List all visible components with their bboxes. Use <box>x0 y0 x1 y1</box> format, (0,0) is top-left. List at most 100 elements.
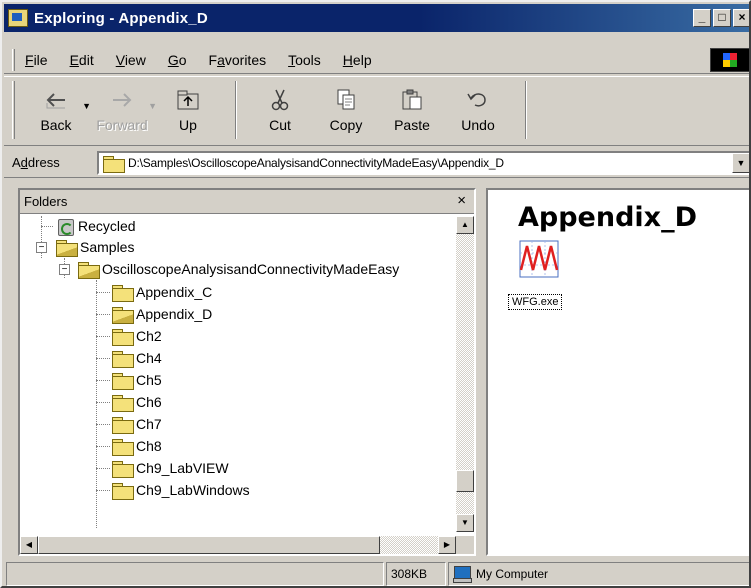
tree-connector <box>96 402 110 403</box>
tree-connector <box>96 358 110 359</box>
back-dropdown-icon[interactable]: ▼ <box>82 101 91 111</box>
waveform-generator-icon[interactable] <box>519 240 559 278</box>
menu-view[interactable]: View <box>114 50 148 70</box>
undo-label: Undo <box>461 117 495 133</box>
folders-pane-title: Folders <box>24 194 68 209</box>
tree-item-ch9-labview[interactable]: Ch9_LabVIEW <box>112 458 229 478</box>
folders-pane: Folders × Recycled − Samples − Oscillosc… <box>18 188 476 556</box>
tree-connector <box>96 490 110 491</box>
address-dropdown-button[interactable]: ▼ <box>732 153 749 173</box>
toolbar-grip[interactable] <box>12 81 15 139</box>
tree-item-ch7[interactable]: Ch7 <box>112 414 162 434</box>
up-folder-icon <box>177 90 199 110</box>
explorer-window: Exploring - Appendix_D _ □ × File Edit V… <box>0 0 751 588</box>
menu-help[interactable]: Help <box>341 50 374 70</box>
up-button[interactable]: Up <box>157 77 219 139</box>
tree-item-ch8[interactable]: Ch8 <box>112 436 162 456</box>
title-bar[interactable]: Exploring - Appendix_D _ □ × <box>4 4 749 32</box>
status-panel-message <box>6 562 384 586</box>
tree-connector <box>96 292 110 293</box>
paste-button[interactable]: Paste <box>381 77 443 139</box>
minimize-button[interactable]: _ <box>693 9 711 27</box>
folder-icon <box>112 350 134 368</box>
tree-connector <box>96 336 110 337</box>
tree-item-ch2[interactable]: Ch2 <box>112 326 162 346</box>
copy-label: Copy <box>329 117 363 133</box>
address-input[interactable]: D:\Samples\OscilloscopeAnalysisandConnec… <box>97 151 749 175</box>
folder-icon <box>112 482 134 500</box>
folders-close-button[interactable]: × <box>457 192 466 209</box>
folder-tree: Recycled − Samples − OscilloscopeAnalysi… <box>20 216 456 528</box>
window-controls: _ □ × <box>693 9 749 27</box>
window-title: Exploring - Appendix_D <box>34 9 208 27</box>
menu-tools[interactable]: Tools <box>286 50 323 70</box>
scroll-left-arrow-icon[interactable]: ◀ <box>20 536 38 554</box>
scroll-up-arrow-icon[interactable]: ▲ <box>456 216 474 234</box>
cut-button[interactable]: Cut <box>249 77 311 139</box>
menu-favorites[interactable]: Favorites <box>207 50 269 70</box>
maximize-button[interactable]: □ <box>713 9 731 27</box>
tree-item-appendix-d[interactable]: Appendix_D <box>112 304 212 324</box>
address-bar: Address D:\Samples\OscilloscopeAnalysisa… <box>4 148 749 178</box>
tree-item-appendix-c[interactable]: Appendix_C <box>112 282 212 302</box>
close-button[interactable]: × <box>733 9 749 27</box>
menu-file[interactable]: File <box>23 50 50 70</box>
status-location: My Computer <box>476 567 549 581</box>
toolbar-separator <box>235 81 237 139</box>
status-panel-size: 308KB <box>386 562 446 586</box>
samples-collapse-icon[interactable]: − <box>36 242 47 253</box>
tree-item-oscilloscope[interactable]: OscilloscopeAnalysisandConnectivityMadeE… <box>78 259 399 279</box>
oscilloscope-collapse-icon[interactable]: − <box>59 264 70 275</box>
tree-connector <box>96 314 110 315</box>
tree-item-ch6[interactable]: Ch6 <box>112 392 162 412</box>
scroll-right-arrow-icon[interactable]: ▶ <box>438 536 456 554</box>
menu-bar: File Edit View Go Favorites Tools Help <box>4 46 749 74</box>
folder-icon <box>112 372 134 390</box>
forward-button[interactable]: Forward ▼ <box>91 77 157 139</box>
forward-dropdown-icon[interactable]: ▼ <box>148 101 157 111</box>
tree-item-recycled[interactable]: Recycled <box>56 216 136 236</box>
menu-bar-grip[interactable] <box>12 48 15 71</box>
folder-open-icon <box>112 306 134 324</box>
folders-horizontal-scrollbar[interactable]: ◀ ▶ <box>20 536 456 554</box>
menu-go[interactable]: Go <box>166 50 189 70</box>
folder-icon <box>112 394 134 412</box>
folder-icon <box>112 438 134 456</box>
explorer-app-icon[interactable] <box>8 9 28 27</box>
up-label: Up <box>179 117 197 133</box>
scissors-icon <box>271 89 289 111</box>
tree-item-ch9-labwindows[interactable]: Ch9_LabWindows <box>112 480 250 500</box>
tree-connector <box>96 424 110 425</box>
folder-icon <box>112 460 134 478</box>
standard-toolbar: Back ▼ Forward ▼ Up Cut Copy Paste Undo <box>4 76 749 146</box>
status-size: 308KB <box>391 567 428 581</box>
cut-label: Cut <box>269 117 291 133</box>
forward-arrow-icon <box>113 93 132 107</box>
undo-button[interactable]: Undo <box>447 77 509 139</box>
folders-pane-header: Folders × <box>20 190 474 214</box>
tree-connector <box>41 226 53 227</box>
horizontal-scroll-thumb[interactable] <box>38 536 380 554</box>
my-computer-icon <box>453 566 472 583</box>
scroll-down-arrow-icon[interactable]: ▼ <box>456 514 474 532</box>
copy-button[interactable]: Copy <box>315 77 377 139</box>
file-wfg-exe[interactable]: WFG.exe <box>508 294 563 310</box>
folder-open-icon <box>56 239 78 257</box>
tree-connector <box>96 468 110 469</box>
tree-item-samples[interactable]: Samples <box>56 237 134 257</box>
recycle-bin-icon <box>56 217 74 236</box>
tree-item-ch4[interactable]: Ch4 <box>112 348 162 368</box>
tree-connector <box>96 380 110 381</box>
back-button[interactable]: Back ▼ <box>25 77 91 139</box>
address-value[interactable]: D:\Samples\OscilloscopeAnalysisandConnec… <box>128 156 504 170</box>
copy-icon <box>337 89 355 110</box>
status-bar: 308KB My Computer <box>4 560 749 586</box>
paste-label: Paste <box>394 117 430 133</box>
tree-connector <box>96 446 110 447</box>
address-folder-icon <box>103 155 125 173</box>
vertical-scroll-thumb[interactable] <box>456 470 474 492</box>
tree-item-ch5[interactable]: Ch5 <box>112 370 162 390</box>
folder-icon <box>112 328 134 346</box>
folders-vertical-scrollbar[interactable]: ▲ ▼ <box>456 216 474 532</box>
menu-edit[interactable]: Edit <box>68 50 96 70</box>
